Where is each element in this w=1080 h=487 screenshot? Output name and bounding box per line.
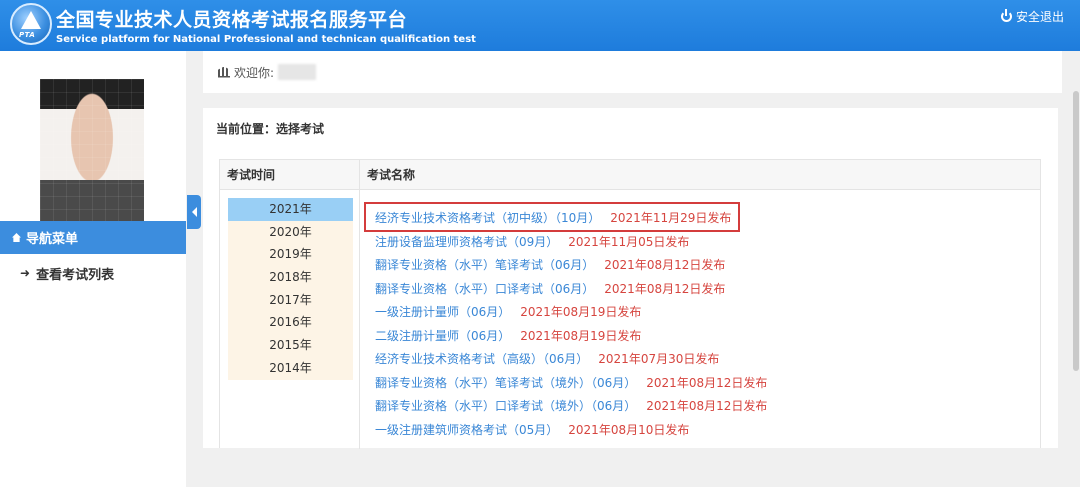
sidebar-item-label: 查看考试列表: [36, 267, 115, 283]
year-item[interactable]: 2020年: [228, 220, 353, 244]
logout-label: 安全退出: [1015, 10, 1064, 24]
sign-in-icon: ➜: [20, 266, 31, 280]
welcome-label: 欢迎你:: [234, 65, 275, 80]
sidebar-collapse-toggle[interactable]: [187, 195, 201, 229]
year-item[interactable]: 2017年: [228, 288, 353, 312]
exam-item[interactable]: 经济专业技术资格考试（初中级）（10月） 2021年11月29日发布: [375, 207, 767, 231]
exam-title-link[interactable]: 经济专业技术资格考试（初中级）（10月）: [375, 211, 600, 225]
exam-title-link[interactable]: 翻译专业资格（水平）笔译考试（境外）（06月）: [375, 376, 636, 390]
exam-title-link[interactable]: 经济专业技术资格考试（高级）（06月）: [375, 352, 588, 366]
exam-publish-date: 2021年08月12日发布: [646, 375, 768, 390]
exam-title-link[interactable]: 翻译专业资格（水平）笔译考试（06月）: [375, 258, 594, 272]
welcome-bar: 欢迎你:: [203, 51, 1062, 93]
year-item[interactable]: 2014年: [228, 356, 353, 380]
exam-title-link[interactable]: 注册设备监理师资格考试（09月）: [375, 235, 558, 249]
site-title: 全国专业技术人员资格考试报名服务平台: [56, 9, 408, 31]
power-icon: [1000, 9, 1012, 22]
nav-menu-label: 导航菜单: [26, 232, 79, 247]
exam-title-link[interactable]: 翻译专业资格（水平）口译考试（06月）: [375, 282, 594, 296]
exam-title-link[interactable]: 一级注册建筑师资格考试（05月）: [375, 423, 558, 437]
logo-text: PTA: [19, 31, 36, 39]
exam-publish-date: 2021年08月19日发布: [520, 328, 642, 343]
exam-item[interactable]: 注册设备监理师资格考试（09月） 2021年11月05日发布: [375, 231, 767, 255]
exam-table: 考试时间 考试名称 2021年 2020年 2019年 2018年 2017年 …: [219, 159, 1041, 449]
exam-title-link[interactable]: 一级注册计量师（06月）: [375, 305, 510, 319]
chevron-left-icon: [191, 207, 197, 217]
institution-icon: [218, 66, 230, 78]
user-name-redacted: [278, 64, 317, 80]
exam-item[interactable]: 翻译专业资格（水平）口译考试（06月） 2021年08月12日发布: [375, 278, 767, 302]
exam-item[interactable]: 一级注册建筑师资格考试（05月） 2021年08月10日发布: [375, 419, 767, 443]
exam-publish-date: 2021年08月10日发布: [568, 422, 690, 437]
exam-item[interactable]: 翻译专业资格（水平）笔译考试（06月） 2021年08月12日发布: [375, 254, 767, 278]
exam-publish-date: 2021年08月12日发布: [604, 258, 726, 272]
home-icon: [12, 233, 21, 242]
main-content: 当前位置：选择考试 考试时间 考试名称 2021年 2020年 2019年 20…: [203, 108, 1058, 449]
column-divider: [359, 160, 360, 449]
sidebar: 导航菜单 ➜ 查看考试列表: [0, 51, 186, 487]
exam-publish-date: 2021年08月12日发布: [604, 281, 726, 296]
pta-logo: PTA: [10, 3, 52, 45]
exam-item[interactable]: 翻译专业资格（水平）笔译考试（境外）（06月） 2021年08月12日发布: [375, 372, 767, 396]
exam-publish-date: 2021年11月29日发布: [610, 211, 732, 225]
nav-menu-header: 导航菜单: [0, 221, 186, 254]
year-item[interactable]: 2018年: [228, 266, 353, 289]
year-item[interactable]: 2021年: [228, 198, 353, 221]
column-header-time: 考试时间: [227, 168, 276, 182]
exam-publish-date: 2021年08月12日发布: [646, 399, 768, 413]
table-header-row: 考试时间 考试名称: [220, 160, 1040, 190]
exam-item[interactable]: 二级注册计量师（06月） 2021年08月19日发布: [375, 325, 767, 349]
exam-publish-date: 2021年07月30日发布: [598, 352, 720, 366]
column-header-name: 考试名称: [367, 168, 416, 182]
exam-list: 经济专业技术资格考试（初中级）（10月） 2021年11月29日发布 注册设备监理…: [375, 207, 767, 442]
logout-button[interactable]: 安全退出: [1000, 8, 1064, 25]
year-item[interactable]: 2016年: [228, 311, 353, 335]
exam-title-link[interactable]: 翻译专业资格（水平）口译考试（境外）（06月）: [375, 399, 636, 413]
year-item[interactable]: 2019年: [228, 243, 353, 267]
scrollbar-thumb[interactable]: [1073, 91, 1079, 371]
exam-title-link[interactable]: 二级注册计量师（06月）: [375, 329, 510, 343]
year-list: 2021年 2020年 2019年 2018年 2017年 2016年 2015…: [228, 198, 353, 380]
site-subtitle: Service platform for National Profession…: [56, 34, 476, 45]
logo-triangle-icon: [21, 11, 41, 29]
page-scrollbar[interactable]: [1072, 51, 1080, 487]
exam-item[interactable]: 翻译专业资格（水平）口译考试（境外）（06月） 2021年08月12日发布: [375, 395, 767, 419]
sidebar-item-exam-list[interactable]: ➜ 查看考试列表: [0, 255, 186, 291]
exam-publish-date: 2021年08月19日发布: [520, 305, 642, 319]
breadcrumb: 当前位置：选择考试: [216, 122, 325, 136]
year-item[interactable]: 2015年: [228, 334, 353, 357]
exam-item[interactable]: 经济专业技术资格考试（高级）（06月） 2021年07月30日发布: [375, 348, 767, 372]
top-header: PTA 全国专业技术人员资格考试报名服务平台 Service platform …: [0, 0, 1080, 51]
exam-item[interactable]: 一级注册计量师（06月） 2021年08月19日发布: [375, 301, 767, 325]
exam-publish-date: 2021年11月05日发布: [568, 234, 690, 249]
